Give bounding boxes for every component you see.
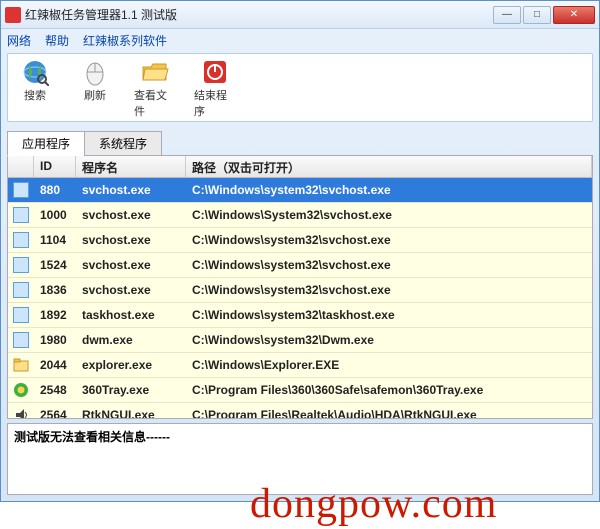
table-row[interactable]: 1104svchost.exeC:\Windows\system32\svcho… [8,228,592,253]
cell-name: svchost.exe [76,208,186,222]
titlebar[interactable]: 红辣椒任务管理器1.1 测试版 — □ ✕ [1,1,599,29]
process-icon [8,257,34,273]
table-row[interactable]: 880svchost.exeC:\Windows\system32\svchos… [8,178,592,203]
cell-path: C:\Windows\Explorer.EXE [186,358,592,372]
process-icon [8,332,34,348]
end-process-button[interactable]: 结束程序 [194,58,236,119]
cell-id: 1524 [34,258,76,272]
cell-id: 880 [34,183,76,197]
cell-name: explorer.exe [76,358,186,372]
refresh-button[interactable]: 刷新 [74,58,116,119]
cell-id: 1836 [34,283,76,297]
cell-id: 2564 [34,408,76,418]
cell-id: 1000 [34,208,76,222]
table-row[interactable]: 2548360Tray.exeC:\Program Files\360\360S… [8,378,592,403]
viewfile-label: 查看文件 [134,87,176,119]
search-label: 搜索 [24,87,46,103]
cell-path: C:\Windows\system32\taskhost.exe [186,308,592,322]
cell-path: C:\Program Files\Realtek\Audio\HDA\RtkNG… [186,408,592,418]
search-button[interactable]: 搜索 [14,58,56,119]
cell-path: C:\Windows\system32\svchost.exe [186,258,592,272]
maximize-button[interactable]: □ [523,6,551,24]
refresh-label: 刷新 [84,87,106,103]
toolbar-pane: 搜索 刷新 查看文件 结束程序 [7,53,593,122]
process-icon [8,307,34,323]
tab-applications[interactable]: 应用程序 [7,131,85,156]
table-row[interactable]: 1000svchost.exeC:\Windows\System32\svcho… [8,203,592,228]
cell-path: C:\Windows\system32\svchost.exe [186,183,592,197]
app-window: 红辣椒任务管理器1.1 测试版 — □ ✕ 网络 帮助 红辣椒系列软件 搜索 刷… [0,0,600,502]
app-icon [5,7,21,23]
table-row[interactable]: 1892taskhost.exeC:\Windows\system32\task… [8,303,592,328]
cell-path: C:\Windows\system32\Dwm.exe [186,333,592,347]
cell-path: C:\Program Files\360\360Safe\safemon\360… [186,383,592,397]
cell-path: C:\Windows\system32\svchost.exe [186,233,592,247]
power-icon [199,58,231,86]
process-icon [8,232,34,248]
window-buttons: — □ ✕ [493,6,595,24]
tabs: 应用程序 系统程序 [7,130,593,155]
menu-network[interactable]: 网络 [7,32,31,49]
cell-id: 1104 [34,233,76,247]
process-icon [8,357,34,373]
cell-id: 2044 [34,358,76,372]
table-row[interactable]: 1524svchost.exeC:\Windows\system32\svcho… [8,253,592,278]
process-icon [8,407,34,418]
viewfile-button[interactable]: 查看文件 [134,58,176,119]
col-path[interactable]: 路径（双击可打开） [186,156,592,177]
status-pane: 测试版无法查看相关信息------ [7,423,593,495]
process-icon [8,207,34,223]
process-icon [8,282,34,298]
window-title: 红辣椒任务管理器1.1 测试版 [25,6,493,23]
tab-system[interactable]: 系统程序 [84,131,162,156]
mouse-icon [79,58,111,86]
cell-name: svchost.exe [76,183,186,197]
cell-name: svchost.exe [76,283,186,297]
cell-name: dwm.exe [76,333,186,347]
cell-name: 360Tray.exe [76,383,186,397]
cell-path: C:\Windows\system32\svchost.exe [186,283,592,297]
cell-id: 1980 [34,333,76,347]
cell-id: 2548 [34,383,76,397]
menu-series[interactable]: 红辣椒系列软件 [83,32,167,49]
table-row[interactable]: 2564RtkNGUI.exeC:\Program Files\Realtek\… [8,403,592,418]
cell-name: RtkNGUI.exe [76,408,186,418]
cell-name: svchost.exe [76,233,186,247]
process-grid: ID 程序名 路径（双击可打开） 880svchost.exeC:\Window… [7,155,593,419]
cell-id: 1892 [34,308,76,322]
grid-body[interactable]: 880svchost.exeC:\Windows\system32\svchos… [8,178,592,418]
folder-icon [139,58,171,86]
cell-name: taskhost.exe [76,308,186,322]
toolbar: 搜索 刷新 查看文件 结束程序 [14,58,586,119]
cell-name: svchost.exe [76,258,186,272]
process-icon [8,182,34,198]
globe-icon [19,58,51,86]
cell-path: C:\Windows\System32\svchost.exe [186,208,592,222]
table-row[interactable]: 1836svchost.exeC:\Windows\system32\svcho… [8,278,592,303]
menubar: 网络 帮助 红辣椒系列软件 [1,29,599,51]
close-button[interactable]: ✕ [553,6,595,24]
minimize-button[interactable]: — [493,6,521,24]
process-icon [8,382,34,398]
grid-header: ID 程序名 路径（双击可打开） [8,156,592,178]
menu-help[interactable]: 帮助 [45,32,69,49]
table-row[interactable]: 1980dwm.exeC:\Windows\system32\Dwm.exe [8,328,592,353]
col-id[interactable]: ID [34,156,76,177]
table-row[interactable]: 2044explorer.exeC:\Windows\Explorer.EXE [8,353,592,378]
end-label: 结束程序 [194,87,236,119]
col-icon[interactable] [8,156,34,177]
col-name[interactable]: 程序名 [76,156,186,177]
